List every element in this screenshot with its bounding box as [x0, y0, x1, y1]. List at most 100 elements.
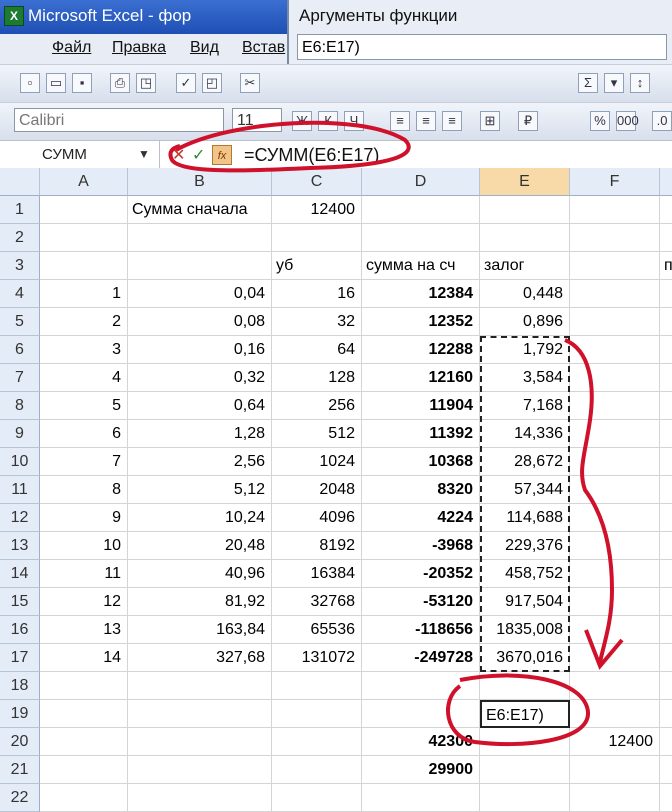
row-header[interactable]: 14	[0, 560, 40, 588]
sheet-cell[interactable]	[362, 224, 480, 252]
sheet-cell[interactable]: 4224	[362, 504, 480, 532]
sheet-cell[interactable]: 0,64	[128, 392, 272, 420]
sheet-cell[interactable]	[660, 728, 672, 756]
confirm-icon[interactable]: ✓	[192, 145, 205, 165]
sheet-cell[interactable]	[272, 672, 362, 700]
sheet-cell[interactable]: 16	[272, 280, 362, 308]
row-header[interactable]: 13	[0, 532, 40, 560]
print-icon[interactable]: ⎙	[110, 73, 130, 93]
sheet-cell[interactable]	[570, 700, 660, 728]
sheet-cell[interactable]	[570, 756, 660, 784]
sheet-cell[interactable]	[570, 448, 660, 476]
row-header[interactable]: 7	[0, 364, 40, 392]
select-all-corner[interactable]	[0, 168, 40, 196]
sheet-cell[interactable]: 1,28	[128, 420, 272, 448]
sheet-cell[interactable]	[660, 420, 672, 448]
font-size-select[interactable]: 11	[232, 108, 282, 132]
sheet-cell[interactable]: 10	[40, 532, 128, 560]
sheet-cell[interactable]	[570, 252, 660, 280]
sheet-cell[interactable]: 131072	[272, 644, 362, 672]
menu-insert[interactable]: Встав	[242, 39, 285, 57]
row-header[interactable]: 8	[0, 392, 40, 420]
row-header[interactable]: 21	[0, 756, 40, 784]
underline-icon[interactable]: Ч	[344, 111, 364, 131]
sheet-cell[interactable]: -249728	[362, 644, 480, 672]
sheet-cell[interactable]	[570, 588, 660, 616]
sheet-cell[interactable]	[570, 308, 660, 336]
sheet-cell[interactable]	[40, 252, 128, 280]
sheet-cell[interactable]: 3	[40, 336, 128, 364]
sheet-cell[interactable]: 5	[40, 392, 128, 420]
sheet-cell[interactable]	[570, 280, 660, 308]
sheet-cell[interactable]	[660, 336, 672, 364]
sheet-cell[interactable]: 11904	[362, 392, 480, 420]
name-box[interactable]: СУММ	[0, 141, 160, 169]
sheet-cell[interactable]: 9	[40, 504, 128, 532]
sheet-cell[interactable]	[128, 252, 272, 280]
column-header-extra[interactable]	[660, 168, 672, 196]
sheet-cell[interactable]	[660, 476, 672, 504]
sheet-cell[interactable]: 11	[40, 560, 128, 588]
research-icon[interactable]: ◰	[202, 73, 222, 93]
sheet-cell[interactable]	[40, 672, 128, 700]
sheet-cell[interactable]	[40, 700, 128, 728]
sheet-cell[interactable]	[128, 728, 272, 756]
sheet-cell[interactable]: уб	[272, 252, 362, 280]
sheet-cell[interactable]	[272, 728, 362, 756]
sheet-cell[interactable]: 64	[272, 336, 362, 364]
sheet-cell[interactable]: 12352	[362, 308, 480, 336]
chevron-down-icon[interactable]: ▼	[138, 147, 150, 161]
column-header-a[interactable]: A	[40, 168, 128, 196]
align-center-icon[interactable]: ≡	[416, 111, 436, 131]
sheet-cell[interactable]: 0,08	[128, 308, 272, 336]
sheet-cell[interactable]	[362, 196, 480, 224]
row-header[interactable]: 2	[0, 224, 40, 252]
sheet-cell[interactable]	[570, 196, 660, 224]
sheet-cell[interactable]	[660, 364, 672, 392]
sheet-cell[interactable]	[480, 728, 570, 756]
align-left-icon[interactable]: ≡	[390, 111, 410, 131]
bold-icon[interactable]: Ж	[292, 111, 312, 131]
font-name-select[interactable]: Calibri	[14, 108, 224, 132]
sheet-cell[interactable]	[480, 224, 570, 252]
sheet-cell[interactable]: 16384	[272, 560, 362, 588]
sheet-cell[interactable]: 12400	[272, 196, 362, 224]
sheet-cell[interactable]	[660, 532, 672, 560]
sheet-cell[interactable]	[570, 364, 660, 392]
sheet-cell[interactable]	[362, 672, 480, 700]
sheet-cell[interactable]: 32	[272, 308, 362, 336]
sheet-cell[interactable]	[570, 392, 660, 420]
row-header[interactable]: 19	[0, 700, 40, 728]
sheet-cell[interactable]	[272, 700, 362, 728]
sheet-cell[interactable]	[570, 560, 660, 588]
align-right-icon[interactable]: ≡	[442, 111, 462, 131]
sum-icon[interactable]: Σ	[578, 73, 598, 93]
sheet-cell[interactable]: 10,24	[128, 504, 272, 532]
row-header[interactable]: 18	[0, 672, 40, 700]
sort-icon[interactable]: ↕	[630, 73, 650, 93]
cut-icon[interactable]: ✂	[240, 73, 260, 93]
sheet-cell[interactable]	[570, 336, 660, 364]
sheet-cell[interactable]	[570, 532, 660, 560]
cancel-icon[interactable]: ✕	[172, 145, 185, 165]
sheet-cell[interactable]	[660, 616, 672, 644]
sheet-cell[interactable]: 12400	[570, 728, 660, 756]
sheet-cell[interactable]: 29900	[362, 756, 480, 784]
sheet-cell[interactable]	[660, 280, 672, 308]
row-header[interactable]: 12	[0, 504, 40, 532]
sheet-cell[interactable]: 1024	[272, 448, 362, 476]
sheet-cell[interactable]	[660, 700, 672, 728]
sheet-cell[interactable]: 40,96	[128, 560, 272, 588]
sheet-cell[interactable]	[660, 308, 672, 336]
sheet-cell[interactable]: п	[660, 252, 672, 280]
dropdown-icon[interactable]: ▾	[604, 73, 624, 93]
sheet-cell[interactable]: 20,48	[128, 532, 272, 560]
sheet-cell[interactable]	[660, 392, 672, 420]
column-header-d[interactable]: D	[362, 168, 480, 196]
sheet-cell[interactable]	[480, 196, 570, 224]
sheet-cell[interactable]	[570, 224, 660, 252]
sheet-cell[interactable]	[660, 644, 672, 672]
sheet-cell[interactable]	[660, 672, 672, 700]
sheet-cell[interactable]: 512	[272, 420, 362, 448]
sheet-cell[interactable]: 0,896	[480, 308, 570, 336]
